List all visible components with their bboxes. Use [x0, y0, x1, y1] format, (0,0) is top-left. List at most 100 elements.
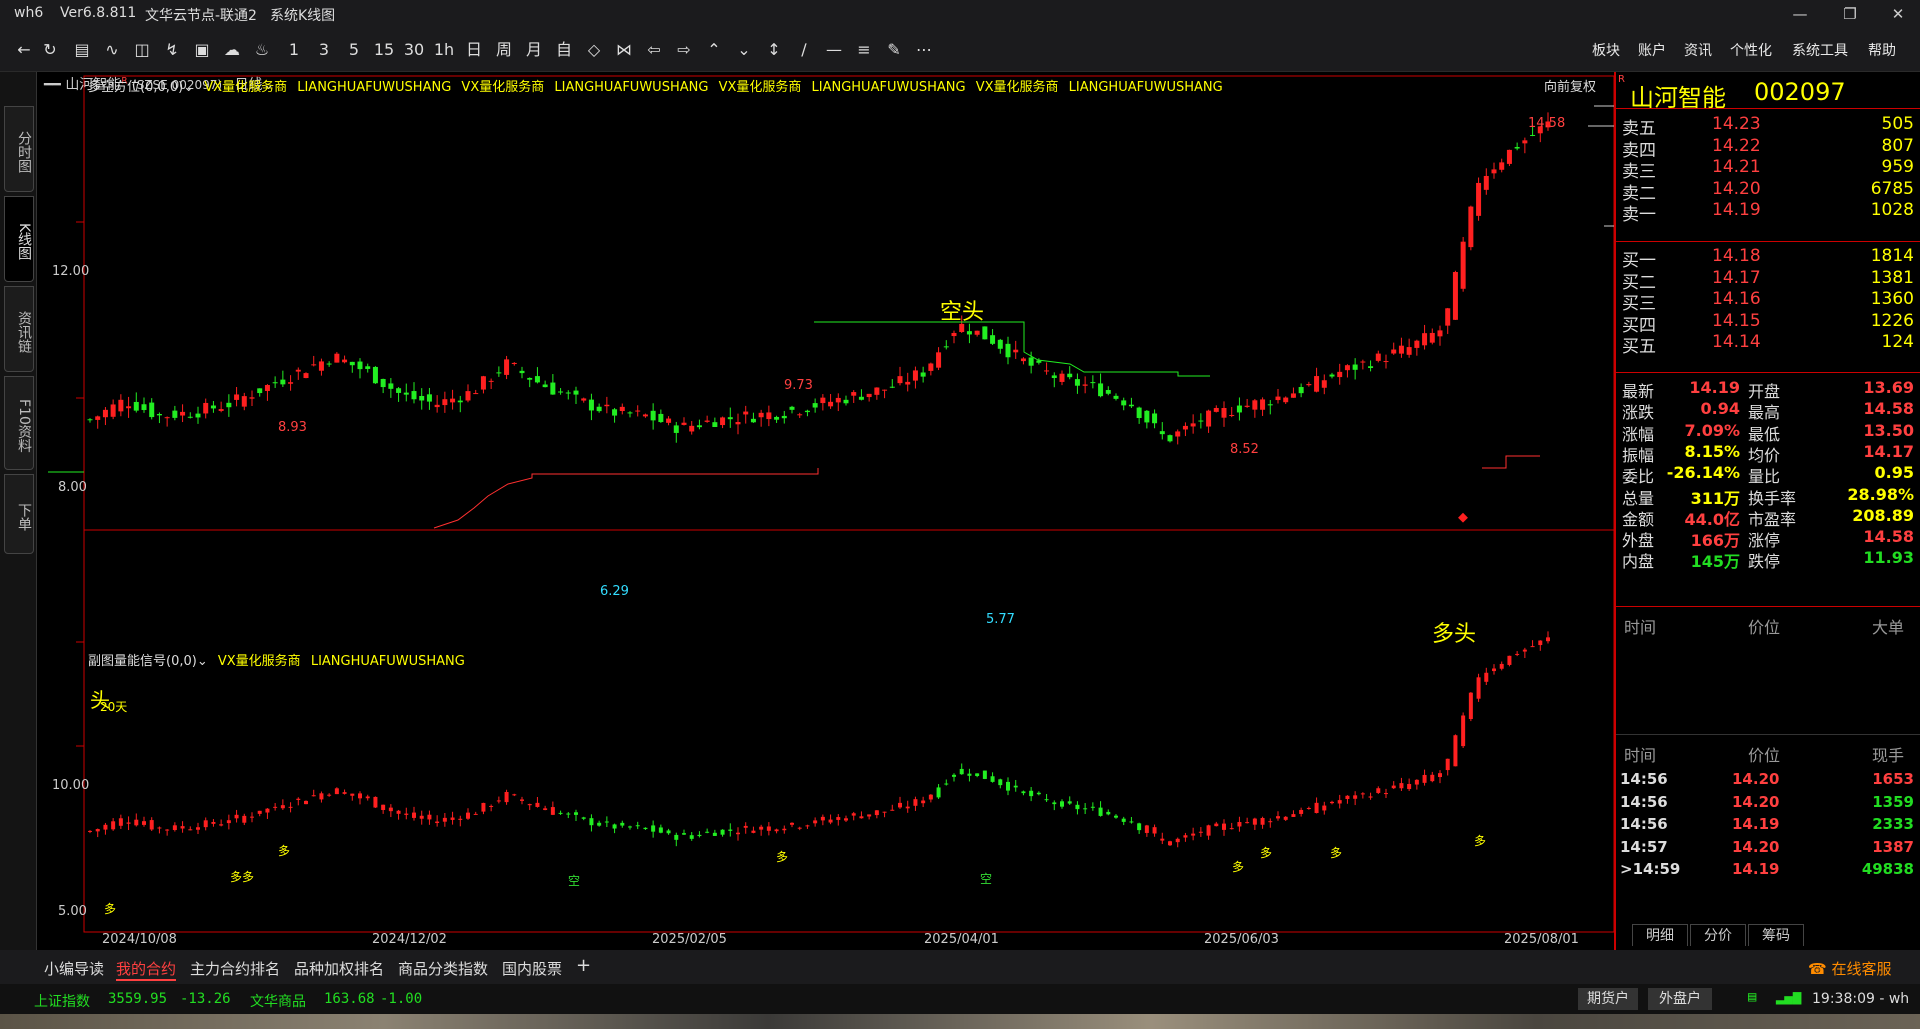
period-custom[interactable]: 自 [552, 38, 576, 62]
zoom-in-icon[interactable]: ⋈ [612, 38, 636, 62]
hline-icon[interactable]: — [822, 38, 846, 62]
menu-tools[interactable]: 系统工具 [1792, 40, 1848, 60]
candle-body [303, 373, 309, 379]
period-5[interactable]: 5 [342, 38, 366, 62]
candle-body [1067, 373, 1073, 378]
x-tick-0: 2024/10/08 [102, 932, 177, 947]
list-icon[interactable]: ▤ [70, 38, 94, 62]
crosshair-icon[interactable]: ↕ [762, 38, 786, 62]
menu-personalize[interactable]: 个性化 [1730, 40, 1772, 60]
sub-candle-body [1368, 796, 1373, 798]
more-icon[interactable]: ⋯ [912, 38, 936, 62]
bid-row: 买五 14.14 124 [1622, 330, 1914, 357]
trendline-icon[interactable]: ∕ [792, 38, 816, 62]
stat-value: 145万 [1690, 552, 1740, 572]
candle-body [527, 377, 533, 380]
tab-chips[interactable]: 筹码 [1748, 924, 1804, 946]
period-1[interactable]: 1 [282, 38, 306, 62]
chevron-down-icon[interactable]: ⌄ [197, 654, 208, 669]
tab-timeshare[interactable]: 分时图 [4, 106, 34, 192]
candle-body [1128, 404, 1134, 407]
sub-candle-body [1191, 833, 1196, 836]
text-tool-icon[interactable]: ≡ [852, 38, 876, 62]
period-month[interactable]: 月 [522, 38, 546, 62]
up-icon[interactable]: ⌃ [702, 38, 726, 62]
sub-candle-body [1306, 808, 1311, 810]
period-week[interactable]: 周 [492, 38, 516, 62]
alarm-icon[interactable]: ♨ [250, 38, 274, 62]
menu-news[interactable]: 资讯 [1684, 40, 1712, 60]
toolbar: ← ↻ ▤ ∿ ◫ ↯ ▣ ☁ ♨ 1 3 5 15 30 1h 日 周 月 自… [0, 28, 1920, 72]
online-service[interactable]: ☎ 在线客服 [1808, 958, 1891, 979]
candle-body [249, 397, 255, 399]
tab-weighted-rank[interactable]: 品种加权排名 [294, 958, 384, 979]
tab-domestic-stocks[interactable]: 国内股票 [502, 958, 562, 979]
sig-2: 多 [278, 844, 291, 858]
sub-candle-body [921, 800, 926, 804]
sub-candle-body [898, 802, 902, 808]
menu-account[interactable]: 账户 [1638, 40, 1666, 60]
futures-account-button[interactable]: 期货户 [1578, 988, 1638, 1010]
bottom-tabs: 小编导读 我的合约 主力合约排名 品种加权排名 商品分类指数 国内股票 + ☎ … [0, 950, 1920, 984]
chart-box-icon[interactable]: ▣ [190, 38, 214, 62]
add-tab-icon[interactable]: + [576, 955, 591, 976]
candle-body [766, 412, 772, 420]
restore-icon[interactable]: ❐ [1830, 2, 1870, 26]
tab-f10[interactable]: F10资料 [4, 376, 34, 470]
tab-kline[interactable]: K线图 [4, 196, 34, 282]
stat-value: 208.89 [1852, 505, 1914, 525]
candle-body [318, 361, 324, 371]
period-day[interactable]: 日 [462, 38, 486, 62]
tab-order[interactable]: 下单 [4, 474, 34, 554]
tab-my-contracts[interactable]: 我的合约 [116, 958, 177, 981]
minimize-icon[interactable]: — [1780, 2, 1820, 26]
adjust-label[interactable]: 向前复权 [1544, 76, 1596, 95]
candle-body [465, 391, 471, 401]
left-arrow-icon[interactable]: ⇦ [642, 38, 666, 62]
period-1h[interactable]: 1h [432, 38, 456, 62]
main-indicator[interactable]: 多空方位(0,0,0) [88, 80, 183, 95]
kline-chart[interactable]: ━━ 山河智能R (SZSE 002097) 日线⌄ 多空方位(0,0,0)⌄ … [38, 72, 1614, 950]
sub-candle-body [1360, 793, 1365, 795]
period-30[interactable]: 30 [402, 38, 426, 62]
line-chart-icon[interactable]: ∿ [100, 38, 124, 62]
tab-commodity-index[interactable]: 商品分类指数 [398, 958, 488, 979]
sub-candle-body [944, 783, 949, 785]
tab-news-chain[interactable]: 资讯链 [4, 286, 34, 372]
candle-body [588, 399, 594, 411]
tab-detail[interactable]: 明细 [1632, 924, 1688, 946]
menu-sector[interactable]: 板块 [1592, 40, 1620, 60]
draw-icon[interactable]: ↯ [160, 38, 184, 62]
candle-body [1182, 425, 1188, 430]
tab-price-dist[interactable]: 分价 [1690, 924, 1746, 946]
stat-row: 内盘 145万 跌停 11.93 [1622, 546, 1914, 572]
sub-indicator[interactable]: 副图量能信号(0,0) [88, 654, 197, 669]
back-icon[interactable]: ← [12, 38, 36, 62]
sub-candle-body [458, 818, 463, 820]
sub-candle-body [990, 776, 995, 782]
kline-icon[interactable]: ◫ [130, 38, 154, 62]
candle-body [280, 379, 286, 385]
chevron-down-icon[interactable]: ⌄ [183, 80, 194, 95]
eraser-icon[interactable]: ✎ [882, 38, 906, 62]
candle-body [1506, 149, 1512, 164]
candle-body [1468, 206, 1474, 248]
tab-editor-guide[interactable]: 小编导读 [44, 958, 104, 979]
candle-body [1036, 360, 1042, 363]
close-icon[interactable]: ✕ [1878, 2, 1918, 26]
right-arrow-icon[interactable]: ⇨ [672, 38, 696, 62]
sub-candle-body [1376, 788, 1381, 793]
period-3[interactable]: 3 [312, 38, 336, 62]
stat-value: 0.94 [1700, 399, 1740, 419]
menu-help[interactable]: 帮助 [1868, 40, 1896, 60]
x-tick-1: 2024/12/02 [372, 932, 447, 947]
sub-candle-body [1121, 818, 1126, 822]
refresh-icon[interactable]: ↻ [38, 38, 62, 62]
down-icon[interactable]: ⌄ [732, 38, 756, 62]
cloud-icon[interactable]: ☁ [220, 38, 244, 62]
candle-body [156, 414, 162, 416]
period-15[interactable]: 15 [372, 38, 396, 62]
foreign-account-button[interactable]: 外盘户 [1648, 988, 1712, 1010]
zoom-out-icon[interactable]: ◇ [582, 38, 606, 62]
tab-main-rank[interactable]: 主力合约排名 [190, 958, 280, 979]
